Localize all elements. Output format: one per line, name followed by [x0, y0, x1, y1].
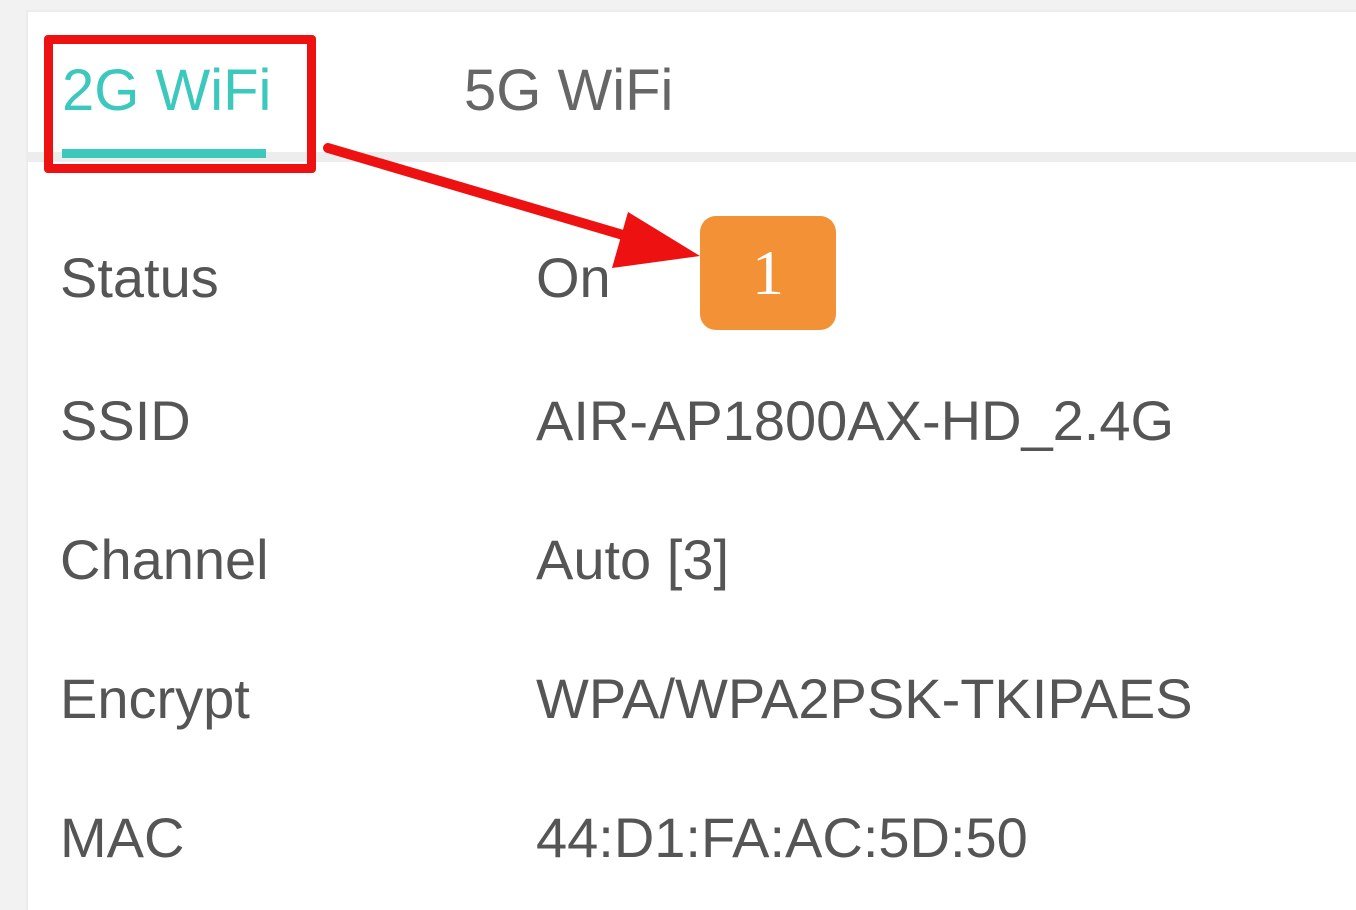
screenshot-frame: 2G WiFi 5G WiFi Status On SSID AIR-AP180…: [0, 0, 1356, 910]
mac-label: MAC: [60, 806, 185, 869]
tab-5g-wifi[interactable]: 5G WiFi: [464, 56, 673, 126]
status-label: Status: [60, 246, 219, 309]
channel-label: Channel: [60, 528, 269, 591]
encrypt-value: WPA/WPA2PSK-TKIPAES: [536, 667, 1193, 730]
status-row: Status On: [28, 238, 1356, 318]
tab-2g-wifi[interactable]: 2G WiFi: [62, 56, 271, 126]
channel-row: Channel Auto [3]: [28, 520, 1356, 600]
encrypt-row: Encrypt WPA/WPA2PSK-TKIPAES: [28, 659, 1356, 739]
status-value: On: [536, 246, 611, 309]
ssid-label: SSID: [60, 389, 191, 452]
ssid-value: AIR-AP1800AX-HD_2.4G: [536, 389, 1175, 452]
encrypt-label: Encrypt: [60, 667, 250, 730]
mac-value: 44:D1:FA:AC:5D:50: [536, 806, 1028, 869]
wifi-tab-bar: 2G WiFi 5G WiFi: [28, 12, 1356, 162]
channel-value: Auto [3]: [536, 528, 730, 591]
ssid-row: SSID AIR-AP1800AX-HD_2.4G: [28, 381, 1356, 461]
mac-row: MAC 44:D1:FA:AC:5D:50: [28, 798, 1356, 878]
wifi-info-panel: 2G WiFi 5G WiFi Status On SSID AIR-AP180…: [26, 10, 1356, 910]
active-tab-indicator: [62, 149, 266, 158]
step-number-badge: 1: [700, 216, 836, 330]
